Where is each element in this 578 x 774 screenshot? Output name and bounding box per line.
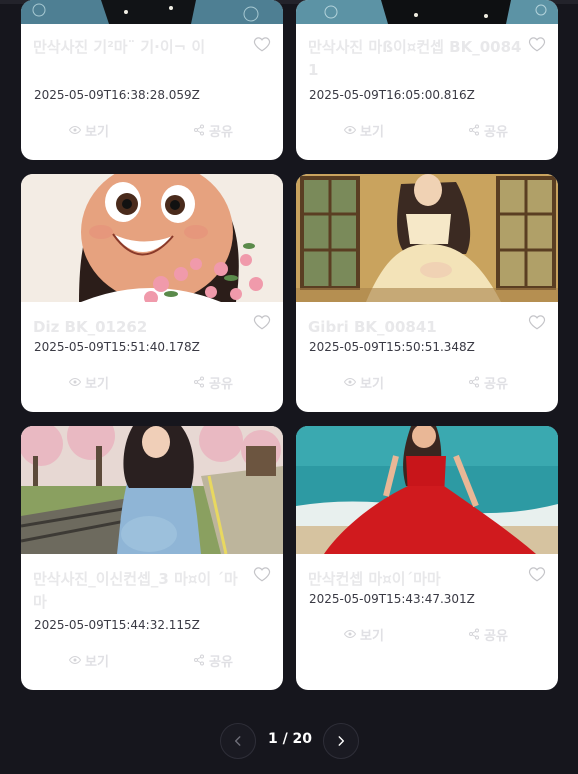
gallery-card[interactable]: Gibri BK_00841 2025-05-09T15:50:51.348Z … [296,174,558,412]
card-title: 만삭사진 기²마¨ 기·이¬ 이 [33,38,206,56]
view-label: 보기 [360,376,384,392]
view-button[interactable]: 보기 [69,650,109,670]
card-date: 2025-05-09T16:38:28.059Z [34,88,200,102]
card-actions: 보기 공유 [296,372,558,392]
chevron-right-icon [338,736,345,746]
share-icon [469,376,479,388]
share-button[interactable]: 공유 [468,624,508,644]
share-button[interactable]: 공유 [468,120,508,140]
eye-icon [344,629,356,639]
eye-icon [69,655,81,665]
card-date: 2025-05-09T15:44:32.115Z [34,618,200,632]
card-title: 만삭사진_이신컨셉_3 마¤이 ´마마 [33,570,238,611]
gallery-card[interactable]: Diz BK_01262 2025-05-09T15:51:40.178Z 보기… [21,174,283,412]
card-actions: 보기 공유 [21,372,283,392]
card-thumbnail[interactable] [296,0,558,24]
view-label: 보기 [85,376,109,392]
card-date: 2025-05-09T15:51:40.178Z [34,340,200,354]
card-actions: 보기 공유 [296,624,558,644]
card-title: Diz BK_01262 [33,318,148,336]
view-button[interactable]: 보기 [69,372,109,392]
card-title: 만삭컨셉 마¤이´마마 [308,570,441,588]
card-thumbnail[interactable] [296,426,558,554]
gallery-card[interactable]: 만삭컨셉 마¤이´마마 2025-05-09T15:43:47.301Z 보기 … [296,426,558,690]
share-label: 공유 [484,628,508,644]
card-actions: 보기 공유 [21,650,283,670]
pagination: 1 / 20 [0,723,578,759]
share-label: 공유 [209,654,233,670]
view-label: 보기 [360,628,384,644]
share-button[interactable]: 공유 [468,372,508,392]
gallery-card[interactable]: 만삭사진_이신컨셉_3 마¤이 ´마마 2025-05-09T15:44:32.… [21,426,283,690]
card-date: 2025-05-09T15:43:47.301Z [309,592,475,606]
share-icon [194,124,204,136]
eye-icon [69,377,81,387]
heart-icon[interactable] [253,313,271,331]
gallery-card[interactable]: 만삭사진 기²마¨ 기·이¬ 이 2025-05-09T16:38:28.059… [21,0,283,160]
card-actions: 보기 공유 [21,120,283,140]
share-icon [469,628,479,640]
card-actions: 보기 공유 [296,120,558,140]
card-thumbnail[interactable] [296,174,558,302]
chevron-left-icon [234,736,241,746]
view-button[interactable]: 보기 [344,624,384,644]
prev-page-button[interactable] [220,723,256,759]
gallery-card[interactable]: 만삭사진 마ß이¤컨셉 BK_00841 2025-05-09T16:05:00… [296,0,558,160]
next-page-button[interactable] [323,723,359,759]
card-thumbnail[interactable] [21,0,283,24]
share-icon [469,124,479,136]
view-label: 보기 [85,124,109,140]
heart-icon[interactable] [253,35,271,53]
card-date: 2025-05-09T16:05:00.816Z [309,88,475,102]
page-indicator: 1 / 20 [267,731,313,747]
eye-icon [344,377,356,387]
eye-icon [344,125,356,135]
share-label: 공유 [209,376,233,392]
card-thumbnail[interactable] [21,426,283,554]
view-label: 보기 [85,654,109,670]
view-label: 보기 [360,124,384,140]
card-title: 만삭사진 마ß이¤컨셉 BK_00841 [308,38,522,79]
share-icon [194,376,204,388]
heart-icon[interactable] [528,313,546,331]
heart-icon[interactable] [253,565,271,583]
share-button[interactable]: 공유 [193,372,233,392]
view-button[interactable]: 보기 [344,120,384,140]
eye-icon [69,125,81,135]
heart-icon[interactable] [528,565,546,583]
card-date: 2025-05-09T15:50:51.348Z [309,340,475,354]
view-button[interactable]: 보기 [344,372,384,392]
card-title: Gibri BK_00841 [308,318,437,336]
share-icon [194,654,204,666]
share-label: 공유 [209,124,233,140]
card-thumbnail[interactable] [21,174,283,302]
share-label: 공유 [484,376,508,392]
share-button[interactable]: 공유 [193,650,233,670]
heart-icon[interactable] [528,35,546,53]
view-button[interactable]: 보기 [69,120,109,140]
share-button[interactable]: 공유 [193,120,233,140]
share-label: 공유 [484,124,508,140]
